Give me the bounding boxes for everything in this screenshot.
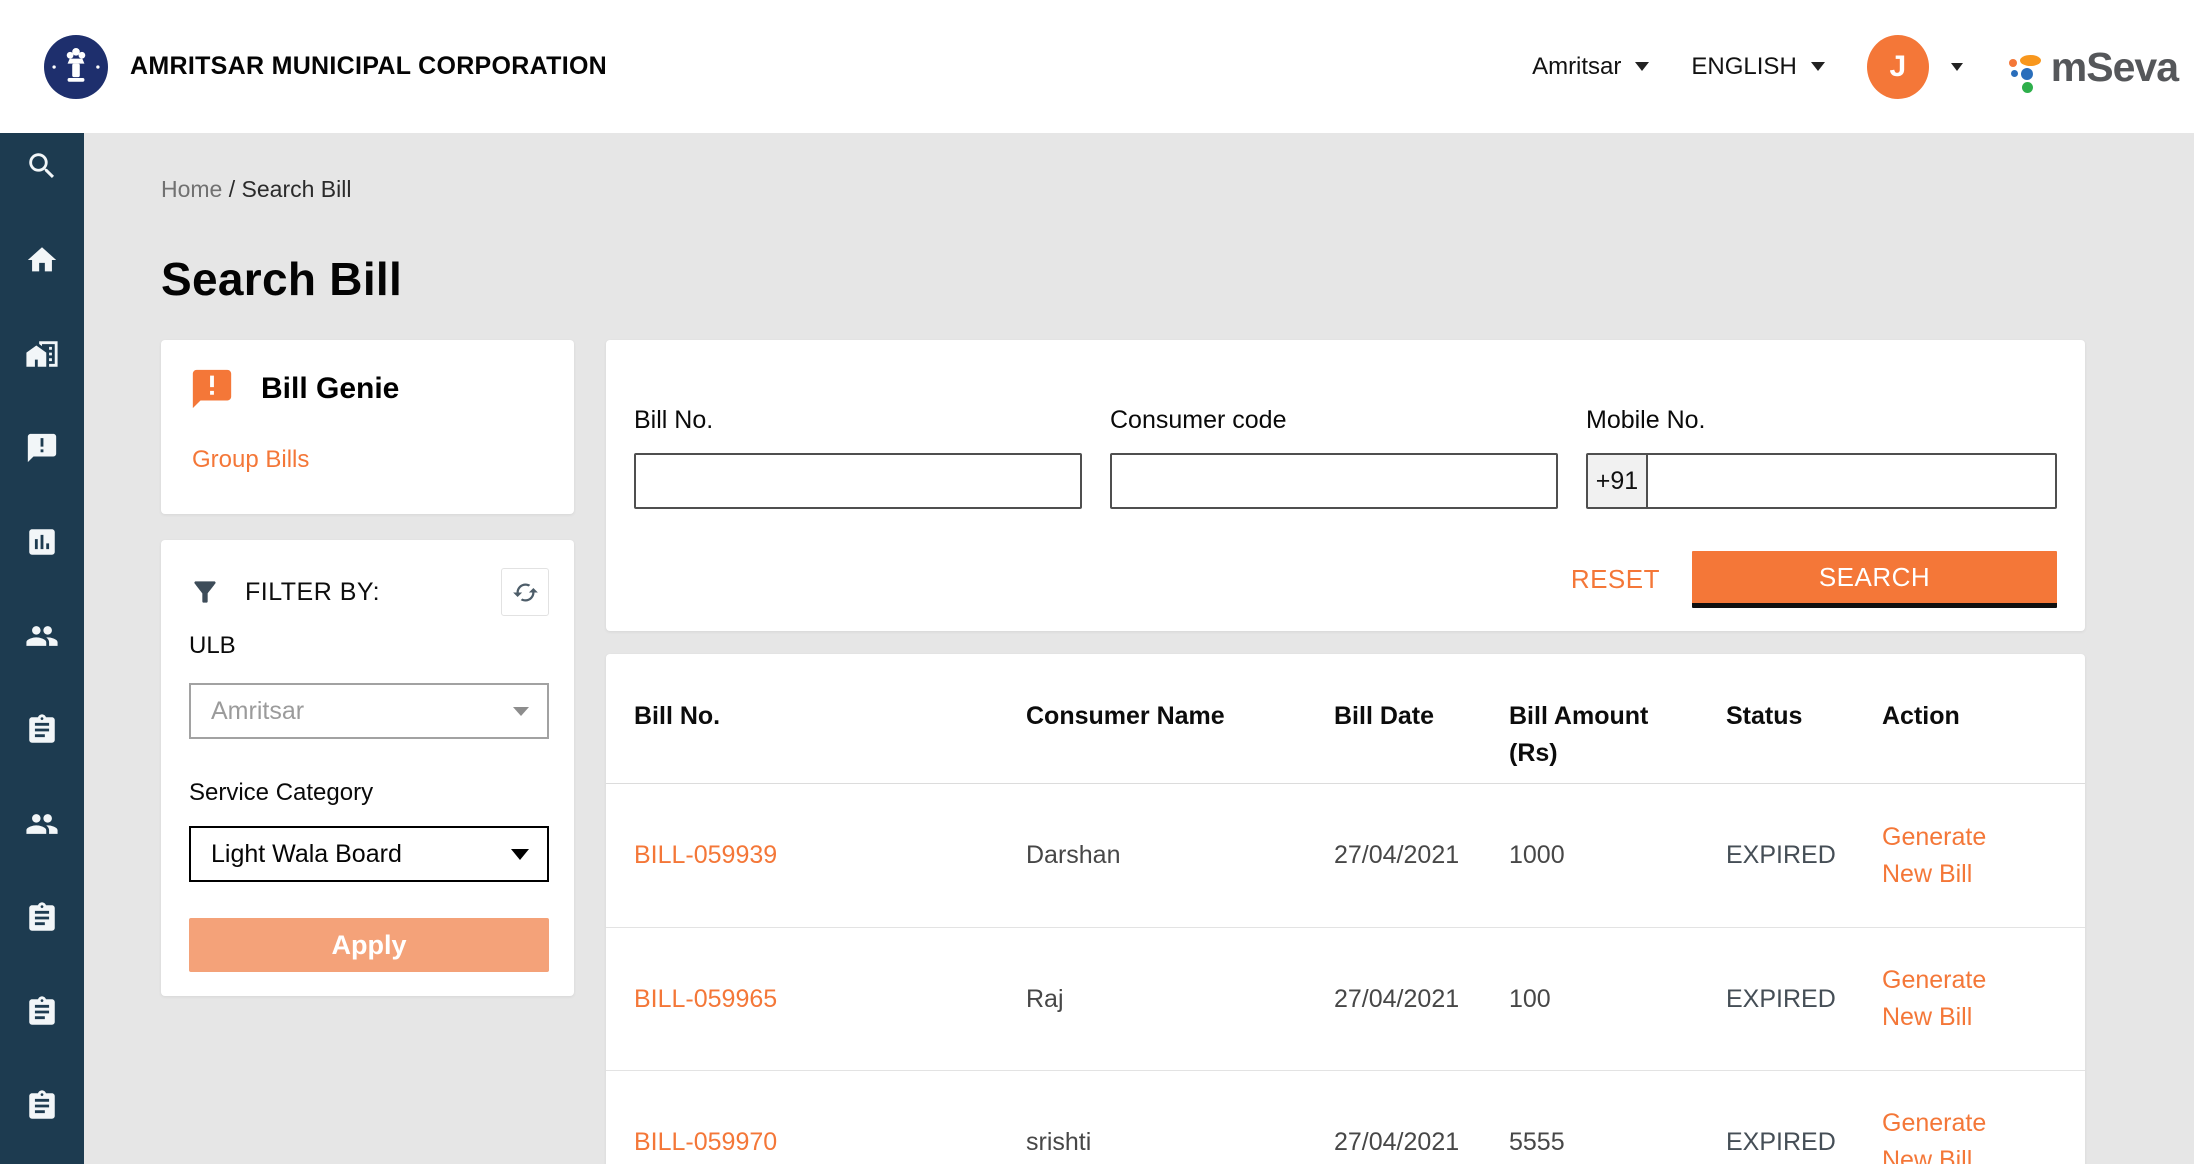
language-dropdown[interactable]: ENGLISH <box>1691 53 1824 81</box>
municipal-emblem-logo <box>44 35 108 99</box>
city-dropdown[interactable]: Amritsar <box>1532 53 1649 81</box>
table-header-row: Bill No. Consumer Name Bill Date Bill Am… <box>606 654 2085 784</box>
group-bills-link[interactable]: Group Bills <box>192 446 309 474</box>
search-icon[interactable] <box>25 149 59 183</box>
org-title: AMRITSAR MUNICIPAL CORPORATION <box>130 52 607 81</box>
breadcrumb: Home / Search Bill <box>161 176 2085 203</box>
chart-icon[interactable] <box>25 525 59 559</box>
bill-date-cell: 27/04/2021 <box>1334 985 1509 1014</box>
bill-genie-title: Bill Genie <box>261 372 399 406</box>
col-header-status: Status <box>1726 698 1882 735</box>
col-header-action: Action <box>1882 698 2057 735</box>
header-left: AMRITSAR MUNICIPAL CORPORATION <box>44 35 607 99</box>
sidebar <box>0 133 84 1164</box>
bill-date-cell: 27/04/2021 <box>1334 1128 1509 1157</box>
col-header-bill-no: Bill No. <box>634 698 1026 735</box>
language-dropdown-label: ENGLISH <box>1691 53 1796 81</box>
bill-no-label: Bill No. <box>634 406 1082 435</box>
chevron-down-icon <box>1811 62 1825 71</box>
consumer-name-cell: Darshan <box>1026 841 1334 870</box>
reset-link[interactable]: RESET <box>1571 564 1660 595</box>
mseva-dots-icon <box>2009 55 2045 93</box>
city-dropdown-label: Amritsar <box>1532 53 1621 81</box>
table-row: BILL-059970 srishti 27/04/2021 5555 EXPI… <box>606 1070 2085 1164</box>
chevron-down-icon <box>1635 62 1649 71</box>
bill-date-cell: 27/04/2021 <box>1334 841 1509 870</box>
mobile-no-label: Mobile No. <box>1586 406 2057 435</box>
bill-no-link[interactable]: BILL-059970 <box>634 1128 777 1156</box>
service-category-label: Service Category <box>189 779 549 807</box>
bill-no-link[interactable]: BILL-059939 <box>634 841 777 869</box>
chevron-down-icon <box>511 849 529 860</box>
service-category-value: Light Wala Board <box>211 840 402 869</box>
mseva-brand-text: mSeva <box>2051 41 2178 93</box>
mobile-prefix: +91 <box>1588 455 1648 507</box>
status-cell: EXPIRED <box>1726 841 1882 870</box>
table-row: BILL-059965 Raj 27/04/2021 100 EXPIRED G… <box>606 927 2085 1070</box>
home-icon[interactable] <box>25 243 59 277</box>
app-header: AMRITSAR MUNICIPAL CORPORATION Amritsar … <box>0 0 2194 133</box>
ulb-label: ULB <box>189 632 549 660</box>
main-content: Home / Search Bill Search Bill Bill Geni… <box>84 133 2194 1164</box>
consumer-name-cell: Raj <box>1026 985 1334 1014</box>
clipboard-icon[interactable] <box>25 1089 59 1123</box>
refresh-icon <box>512 579 539 606</box>
consumer-name-cell: srishti <box>1026 1128 1334 1157</box>
header-right: Amritsar ENGLISH J mSeva <box>1532 35 2178 99</box>
table-body: BILL-059939 Darshan 27/04/2021 1000 EXPI… <box>606 784 2085 1164</box>
results-table-card: Bill No. Consumer Name Bill Date Bill Am… <box>606 654 2085 1164</box>
search-button[interactable]: SEARCH <box>1692 551 2057 608</box>
search-form-card: Bill No. Consumer code Mobile No. +91 <box>606 340 2085 631</box>
col-header-consumer-name: Consumer Name <box>1026 698 1334 735</box>
mobile-no-field: Mobile No. +91 <box>1586 406 2057 509</box>
breadcrumb-separator: / <box>229 176 235 202</box>
status-cell: EXPIRED <box>1726 985 1882 1014</box>
people-icon[interactable] <box>25 807 59 841</box>
clipboard-icon[interactable] <box>25 995 59 1029</box>
bill-amount-cell: 5555 <box>1509 1128 1726 1157</box>
consumer-code-input[interactable] <box>1110 453 1558 509</box>
clipboard-icon[interactable] <box>25 901 59 935</box>
mseva-logo: mSeva <box>2009 41 2178 93</box>
filter-funnel-icon <box>189 576 221 608</box>
refresh-filters-button[interactable] <box>501 568 549 616</box>
bill-no-link[interactable]: BILL-059965 <box>634 985 777 1013</box>
table-row: BILL-059939 Darshan 27/04/2021 1000 EXPI… <box>606 784 2085 927</box>
page-title: Search Bill <box>161 252 2085 306</box>
user-menu[interactable]: J <box>1867 35 1963 99</box>
chevron-down-icon <box>1951 63 1963 71</box>
status-cell: EXPIRED <box>1726 1128 1882 1157</box>
bill-no-field: Bill No. <box>634 406 1082 509</box>
filter-title: FILTER BY: <box>245 578 380 607</box>
people-icon[interactable] <box>25 619 59 653</box>
filter-card: FILTER BY: ULB Amritsar Service Category… <box>161 540 574 996</box>
generate-new-bill-link[interactable]: Generate New Bill <box>1882 819 2033 893</box>
bill-no-input[interactable] <box>634 453 1082 509</box>
ulb-select[interactable]: Amritsar <box>189 683 549 739</box>
consumer-code-field: Consumer code <box>1110 406 1558 509</box>
clipboard-icon[interactable] <box>25 713 59 747</box>
bill-amount-cell: 1000 <box>1509 841 1726 870</box>
apply-button[interactable]: Apply <box>189 918 549 972</box>
bill-genie-card: Bill Genie Group Bills <box>161 340 574 514</box>
breadcrumb-current: Search Bill <box>242 176 352 202</box>
consumer-code-label: Consumer code <box>1110 406 1558 435</box>
breadcrumb-home-link[interactable]: Home <box>161 176 222 202</box>
chevron-down-icon <box>513 707 529 716</box>
home-work-icon[interactable] <box>25 337 59 371</box>
bill-genie-announcement-icon <box>189 366 235 412</box>
mobile-no-input[interactable] <box>1648 455 2055 507</box>
col-header-bill-date: Bill Date <box>1334 698 1509 735</box>
avatar[interactable]: J <box>1867 35 1929 99</box>
announcement-icon[interactable] <box>25 431 59 465</box>
ulb-select-value: Amritsar <box>211 697 304 726</box>
generate-new-bill-link[interactable]: Generate New Bill <box>1882 962 2033 1036</box>
right-column: Bill No. Consumer code Mobile No. +91 <box>606 340 2085 1164</box>
bill-amount-cell: 100 <box>1509 985 1726 1014</box>
service-category-select[interactable]: Light Wala Board <box>189 826 549 882</box>
generate-new-bill-link[interactable]: Generate New Bill <box>1882 1105 2033 1164</box>
left-column: Bill Genie Group Bills FILTER BY: ULB Am… <box>161 340 574 996</box>
col-header-bill-amount: Bill Amount (Rs) <box>1509 698 1726 772</box>
